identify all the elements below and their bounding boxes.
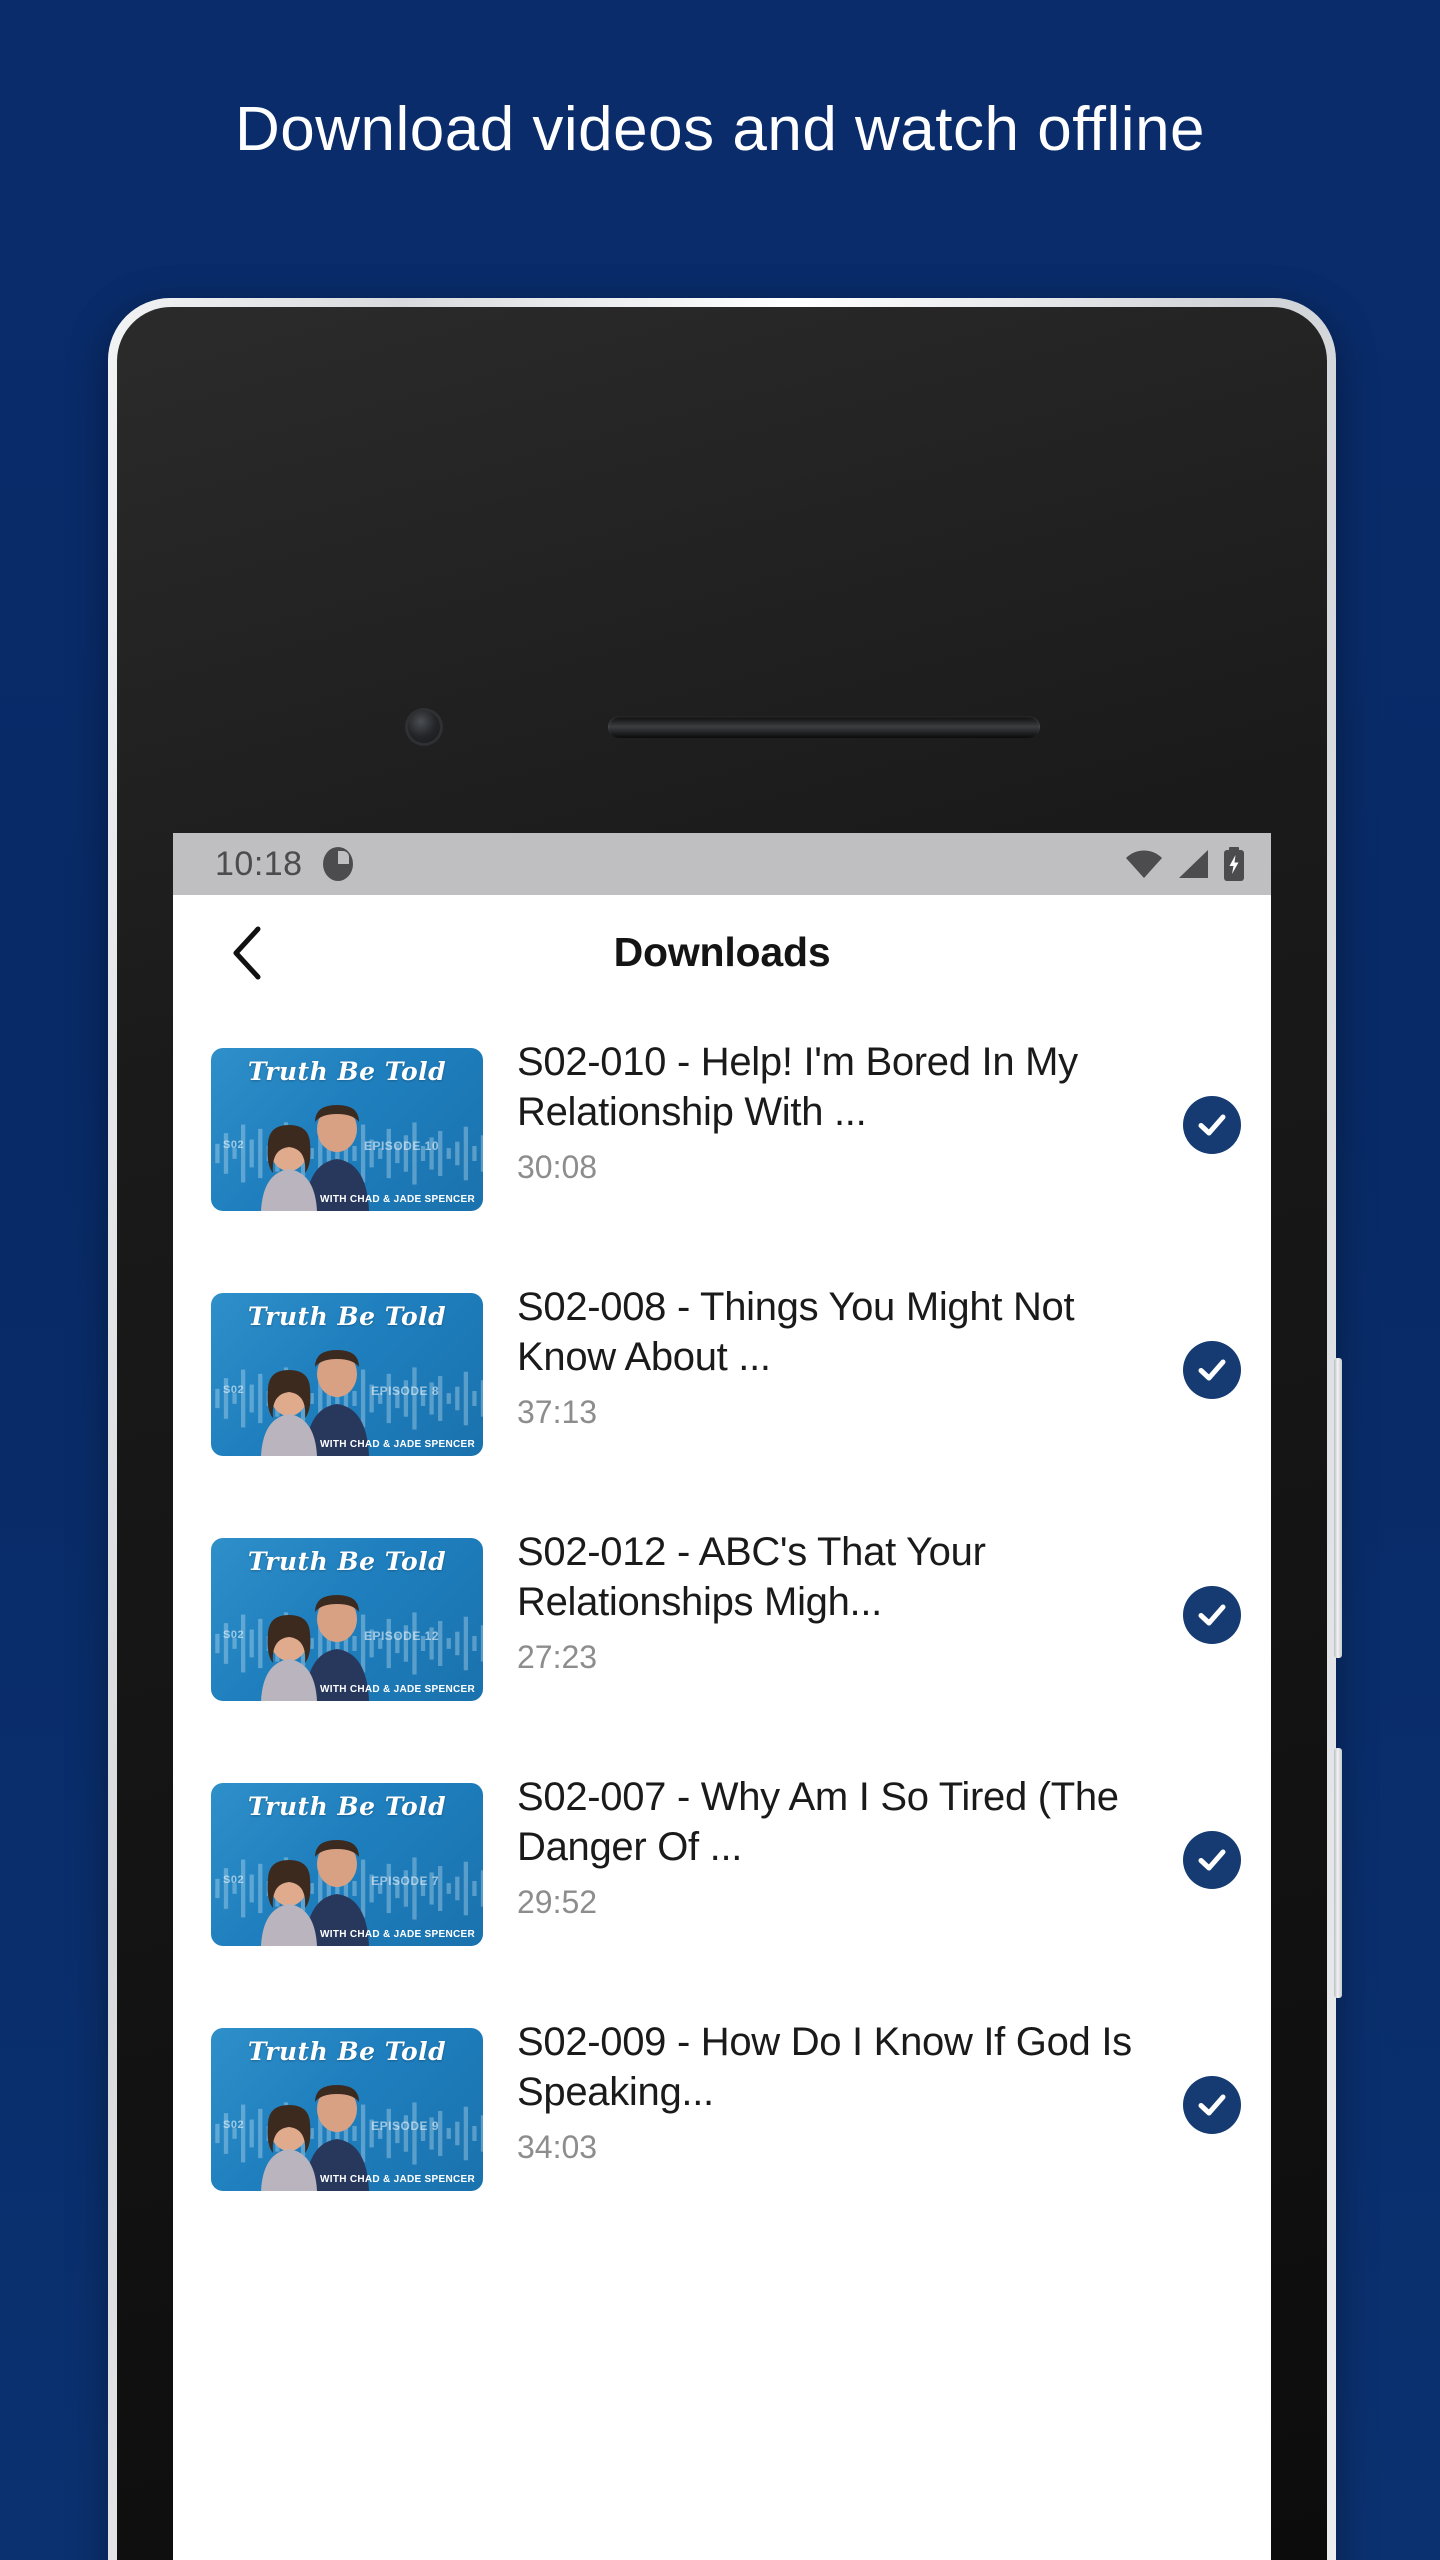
battery-charging-icon (1224, 847, 1244, 881)
downloads-list: Truth Be Told S02 EPISODE 10 WITH CHAD &… (173, 1010, 1271, 2466)
cell-signal-icon (1179, 850, 1208, 878)
episode-duration: 30:08 (517, 1149, 598, 1186)
artwork-hosts: WITH CHAD & JADE SPENCER (320, 1439, 475, 1450)
episode-title: S02-008 - Things You Might Not Know Abou… (517, 1285, 1075, 1379)
artwork-season: S02 (223, 1384, 245, 1397)
artwork-logo: Truth Be Told (247, 1547, 447, 1576)
front-camera-icon (405, 708, 443, 746)
episode-artwork: Truth Be Told S02 EPISODE 7 WITH CHAD & … (211, 1783, 483, 1946)
status-bar-clock: 10:18 (215, 844, 303, 883)
episode-artwork: Truth Be Told S02 EPISODE 8 WITH CHAD & … (211, 1293, 483, 1456)
episode-title: S02-012 - ABC's That Your Relationships … (517, 1530, 986, 1624)
artwork-hosts: WITH CHAD & JADE SPENCER (320, 1194, 475, 1205)
artwork-hosts: WITH CHAD & JADE SPENCER (320, 1684, 475, 1695)
check-circle-icon (1198, 2094, 1226, 2116)
artwork-season: S02 (223, 1139, 245, 1152)
artwork-hosts: WITH CHAD & JADE SPENCER (320, 1929, 475, 1940)
chevron-left-icon (233, 926, 261, 979)
episode-artwork: Truth Be Told S02 EPISODE 12 WITH CHAD &… (211, 1538, 483, 1701)
list-item[interactable]: Truth Be Told S02 EPISODE 9 WITH CHAD & … (173, 1996, 1271, 2241)
volume-button[interactable] (1334, 1358, 1342, 1658)
download-complete-badge[interactable] (1183, 1341, 1241, 1399)
episode-title: S02-007 - Why Am I So Tired (The Danger … (517, 1775, 1119, 1869)
promo-headline: Download videos and watch offline (234, 95, 1206, 164)
item-text-block: S02-009 - How Do I Know If God Is Speaki… (483, 2010, 1173, 2166)
artwork-logo: Truth Be Told (247, 1792, 447, 1821)
artwork-logo: Truth Be Told (247, 1302, 447, 1331)
episode-title: S02-010 - Help! I'm Bored In My Relation… (517, 1040, 1078, 1134)
episode-artwork: Truth Be Told S02 EPISODE 10 WITH CHAD &… (211, 1048, 483, 1211)
page-title: Downloads (613, 929, 831, 975)
earpiece-speaker (608, 716, 1040, 738)
back-button[interactable] (211, 917, 283, 989)
item-text-block: S02-010 - Help! I'm Bored In My Relation… (483, 1030, 1173, 1186)
episode-duration: 29:52 (517, 1884, 598, 1921)
episode-duration: 27:23 (517, 1639, 598, 1676)
phone-screen: 10:18 Downloads Truth Be Told S02 EPISOD… (173, 833, 1271, 2560)
power-button[interactable] (1334, 1748, 1342, 1998)
download-complete-badge[interactable] (1183, 2076, 1241, 2134)
artwork-hosts: WITH CHAD & JADE SPENCER (320, 2174, 475, 2185)
artwork-logo: Truth Be Told (247, 1057, 447, 1086)
episode-duration: 34:03 (517, 2129, 598, 2166)
check-circle-icon (1198, 1359, 1226, 1381)
episode-artwork: Truth Be Told S02 EPISODE 9 WITH CHAD & … (211, 2028, 483, 2191)
item-text-block: S02-012 - ABC's That Your Relationships … (483, 1520, 1173, 1676)
artwork-season: S02 (223, 2119, 245, 2132)
artwork-season: S02 (223, 1629, 245, 1642)
app-status-icon (322, 847, 353, 881)
download-complete-badge[interactable] (1183, 1586, 1241, 1644)
check-circle-icon (1198, 1114, 1226, 1136)
episode-duration: 37:13 (517, 1394, 598, 1431)
episode-title: S02-009 - How Do I Know If God Is Speaki… (517, 2020, 1132, 2114)
app-bar: Downloads (173, 895, 1271, 1010)
phone-mockup: 10:18 Downloads Truth Be Told S02 EPISOD… (108, 298, 1342, 2560)
download-complete-badge[interactable] (1183, 1096, 1241, 1154)
artwork-logo: Truth Be Told (247, 2037, 447, 2066)
artwork-season: S02 (223, 1874, 245, 1887)
item-text-block: S02-008 - Things You Might Not Know Abou… (483, 1275, 1173, 1431)
item-text-block: S02-007 - Why Am I So Tired (The Danger … (483, 1765, 1173, 1921)
check-circle-icon (1198, 1604, 1226, 1626)
list-item[interactable]: Truth Be Told S02 EPISODE 12 WITH CHAD &… (173, 1506, 1271, 1751)
list-item[interactable]: Truth Be Told S02 EPISODE 8 WITH CHAD & … (173, 1261, 1271, 1506)
status-bar: 10:18 (173, 833, 1271, 895)
list-item[interactable]: Truth Be Told S02 EPISODE 7 WITH CHAD & … (173, 1751, 1271, 1996)
list-item[interactable]: Truth Be Told S02 EPISODE 10 WITH CHAD &… (173, 1016, 1271, 1261)
wifi-icon (1126, 850, 1162, 878)
check-circle-icon (1198, 1849, 1226, 1871)
download-complete-badge[interactable] (1183, 1831, 1241, 1889)
